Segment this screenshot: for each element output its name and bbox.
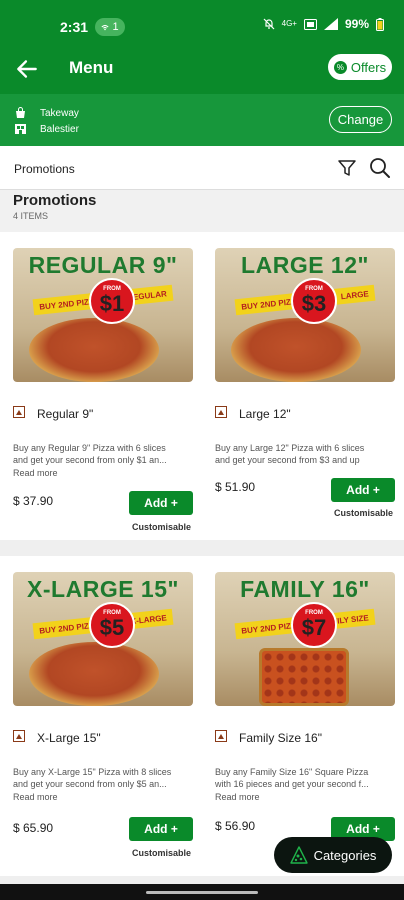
product-name: Large 12": [239, 407, 291, 421]
product-description-line2: with 16 pieces and get your second f...: [215, 779, 369, 789]
read-more-link[interactable]: Read more: [13, 792, 58, 802]
store-location-row: Balestier: [14, 123, 79, 135]
add-to-cart-button[interactable]: Add +: [331, 478, 395, 502]
battery-icon: [376, 17, 384, 31]
sim-icon: [303, 18, 317, 30]
product-description-line2: and get your second from only $1 an...: [13, 455, 167, 465]
status-time: 2:31: [60, 19, 89, 35]
promo-banner-right: X-LARGE: [130, 612, 168, 626]
page-title: Menu: [69, 58, 114, 77]
non-veg-icon: [215, 406, 227, 418]
product-name: Regular 9": [37, 407, 94, 421]
promo-price: $1: [99, 291, 125, 316]
mute-bell-icon: [263, 18, 275, 30]
section-header: Promotions 4 ITEMS: [0, 190, 404, 232]
promo-price-badge: FROM $5: [89, 602, 135, 648]
promo-title: REGULAR 9": [28, 252, 178, 278]
categories-button[interactable]: Categories: [274, 837, 392, 873]
order-mode-bar: Takeway Balestier Change: [0, 94, 404, 146]
change-store-button[interactable]: Change: [329, 106, 392, 133]
current-category-label: Promotions: [14, 162, 75, 176]
pizza-image: [29, 642, 159, 706]
product-row: REGULAR 9" BUY 2ND PIZZA REGULAR FROM $1 R…: [0, 232, 404, 540]
section-item-count: 4 ITEMS: [13, 211, 49, 221]
product-row: X-LARGE 15" BUY 2ND PIZZA X-LARGE FROM $5 …: [0, 556, 404, 876]
promo-title: X-LARGE 15": [27, 576, 179, 602]
add-to-cart-button[interactable]: Add +: [129, 491, 193, 515]
product-price: $ 51.90: [215, 480, 256, 494]
battery-percent: 99%: [344, 17, 369, 31]
promo-price-badge: FROM $1: [89, 278, 135, 324]
order-mode-label: Takeway: [40, 107, 79, 119]
product-price: $ 37.90: [13, 494, 54, 508]
filter-icon[interactable]: [337, 158, 357, 178]
customisable-label: Customisable: [131, 848, 191, 858]
product-price: $ 56.90: [215, 819, 256, 833]
product-image[interactable]: FAMILY 16" BUY 2ND PIZZA FAMILY SIZE FROM…: [215, 572, 395, 706]
product-price: $ 65.90: [13, 821, 54, 835]
read-more-link[interactable]: Read more: [215, 792, 260, 802]
customisable-label: Customisable: [333, 508, 393, 518]
pizza-image: [231, 318, 361, 382]
promo-price-badge: FROM $7: [291, 602, 337, 648]
product-description-line1: Buy any Family Size 16" Square Pizza: [215, 767, 369, 777]
product-description-line2: and get your second from only $5 an...: [13, 779, 167, 789]
call-indicator-count: 1: [112, 21, 119, 33]
network-type: 4G+: [281, 19, 297, 28]
product-image[interactable]: REGULAR 9" BUY 2ND PIZZA REGULAR FROM $1: [13, 248, 193, 382]
system-nav-bar: [0, 884, 404, 900]
promo-price: $3: [301, 291, 327, 316]
promo-title: LARGE 12": [241, 252, 369, 278]
product-description-line2: and get your second from $3 and up: [215, 455, 360, 465]
promo-price-badge: FROM $3: [291, 278, 337, 324]
filter-bar: Promotions: [0, 146, 404, 190]
add-to-cart-button[interactable]: Add +: [129, 817, 193, 841]
pizza-image: [29, 318, 159, 382]
product-name: Family Size 16": [239, 731, 322, 745]
signal-icon: [323, 18, 338, 30]
hotspot-icon: [101, 24, 110, 31]
back-arrow-icon[interactable]: [14, 56, 40, 82]
order-mode-row: Takeway: [14, 107, 79, 119]
app-bar: Menu % Offers: [0, 48, 404, 94]
customisable-label: Customisable: [131, 522, 191, 532]
promo-price: $5: [99, 615, 125, 640]
status-bar: 2:31 1 4G+ 99%: [0, 0, 404, 48]
takeaway-bag-icon: [16, 107, 25, 118]
product-image[interactable]: X-LARGE 15" BUY 2ND PIZZA X-LARGE FROM $5: [13, 572, 193, 706]
product-name: X-Large 15": [37, 731, 101, 745]
pizza-image: [259, 648, 349, 706]
product-description-line1: Buy any Regular 9" Pizza with 6 slices: [13, 443, 166, 453]
section-title: Promotions: [13, 192, 97, 209]
store-icon: [15, 124, 26, 134]
offers-button[interactable]: % Offers: [328, 54, 392, 80]
non-veg-icon: [13, 730, 25, 742]
promo-price: $7: [301, 615, 327, 640]
categories-label: Categories: [313, 847, 377, 863]
store-location-label: Balestier: [40, 123, 79, 135]
product-description-line1: Buy any X-Large 15" Pizza with 8 slices: [13, 767, 172, 777]
offers-percent-icon: %: [333, 60, 347, 74]
home-gesture-handle[interactable]: [146, 891, 258, 894]
pizza-slice-icon: [289, 846, 308, 864]
status-icons: 4G+ 99%: [263, 17, 384, 31]
search-icon[interactable]: [369, 157, 391, 179]
non-veg-icon: [215, 730, 227, 742]
product-image[interactable]: LARGE 12" BUY 2ND PIZZA LARGE FROM $3: [215, 248, 395, 382]
read-more-link[interactable]: Read more: [13, 468, 58, 478]
offers-label: Offers: [350, 59, 387, 75]
promo-banner-right: LARGE: [340, 288, 370, 301]
product-description-line1: Buy any Large 12" Pizza with 6 slices: [215, 443, 365, 453]
non-veg-icon: [13, 406, 25, 418]
call-indicator-pill: 1: [95, 18, 125, 36]
promo-title: FAMILY 16": [240, 576, 370, 602]
